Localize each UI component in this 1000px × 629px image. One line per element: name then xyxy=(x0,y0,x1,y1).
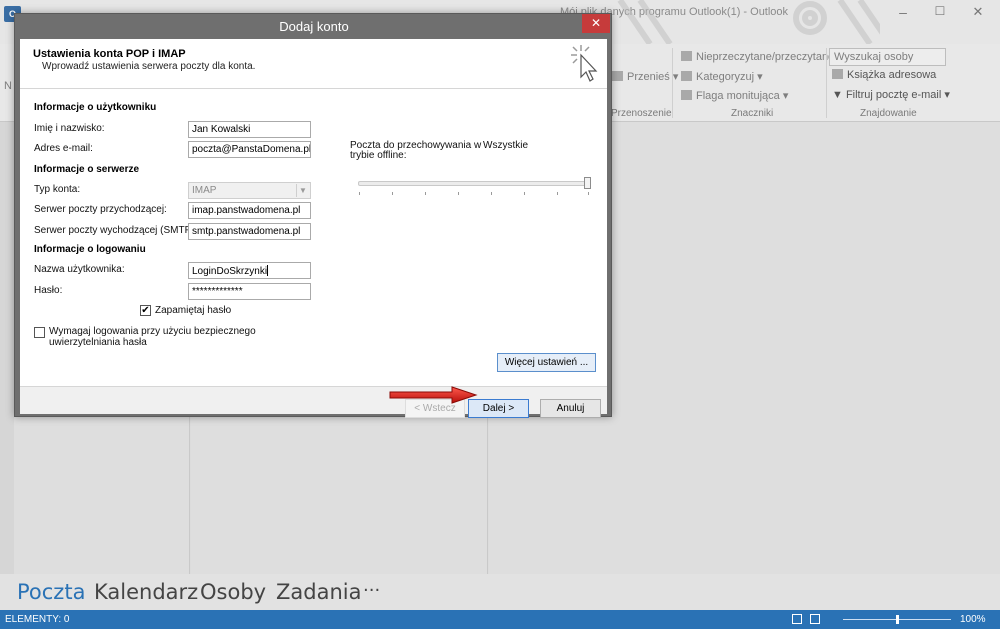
remember-password-label: Zapamiętaj hasło xyxy=(155,305,232,316)
dialog-title: Dodaj konto xyxy=(279,19,349,34)
address-book-label: Książka adresowa xyxy=(847,69,937,81)
slider-tick xyxy=(359,192,360,195)
red-arrow-icon xyxy=(389,386,478,404)
search-people-input[interactable]: Wyszukaj osoby xyxy=(829,48,946,66)
slider-tick xyxy=(491,192,492,195)
cancel-button[interactable]: Anuluj xyxy=(540,399,601,418)
ribbon-separator xyxy=(672,48,673,118)
slider-tick xyxy=(392,192,393,195)
offline-mail-slider-thumb[interactable] xyxy=(584,177,591,189)
username-input[interactable]: LoginDoSkrzynki xyxy=(188,262,311,279)
reading-view-icon[interactable] xyxy=(810,614,820,624)
address-book-button[interactable]: Książka adresowa xyxy=(832,69,936,81)
ribbon-unread-label: Nieprzeczytane/przeczytane xyxy=(696,51,835,63)
account-type-value: IMAP xyxy=(192,185,217,196)
ribbon-flag-button[interactable]: Flaga monitująca ▾ xyxy=(681,89,788,102)
dialog-body: Ustawienia konta POP i IMAP Wprowadź ust… xyxy=(20,39,607,418)
name-label: Imię i nazwisko: xyxy=(34,123,105,134)
status-elements-count: ELEMENTY: 0 xyxy=(5,614,70,625)
ribbon-group-tags: Znaczniki xyxy=(731,108,774,119)
ribbon-flag-label: Flaga monitująca xyxy=(696,90,780,102)
username-label: Nazwa użytkownika: xyxy=(34,264,125,275)
text-caret xyxy=(267,265,269,276)
spa-label-line2: uwierzytelniania hasła xyxy=(49,337,147,348)
ribbon-move-button[interactable]: Przenieś ▾ xyxy=(612,70,678,83)
minimize-button[interactable]: – xyxy=(893,4,913,20)
account-type-select: IMAP ▼ xyxy=(188,182,311,199)
zoom-slider-thumb[interactable] xyxy=(896,615,899,624)
header-subtitle: Wprowadź ustawienia serwera poczty dla k… xyxy=(42,61,256,72)
offline-mail-label-line2: trybie offline: xyxy=(350,150,407,161)
funnel-icon: ▼ xyxy=(832,89,846,101)
titlebar-decoration-icon xyxy=(617,0,880,44)
ribbon-categorize-label: Kategoryzuj xyxy=(696,71,755,83)
username-value: LoginDoSkrzynki xyxy=(192,266,268,277)
categories-icon xyxy=(681,71,692,81)
offline-mail-slider[interactable] xyxy=(358,181,590,186)
filter-email-label: Filtruj pocztę e-mail xyxy=(845,89,942,101)
more-settings-button[interactable]: Więcej ustawień ... xyxy=(497,353,596,372)
ribbon-group-move: Przenoszenie xyxy=(611,108,672,119)
ribbon-new-letter: N xyxy=(4,80,12,92)
move-icon xyxy=(612,71,623,81)
email-label: Adres e-mail: xyxy=(34,143,93,154)
ribbon-unread-button[interactable]: Nieprzeczytane/przeczytane xyxy=(681,51,834,63)
dialog-close-button[interactable]: ✕ xyxy=(582,14,610,33)
envelope-icon xyxy=(681,51,692,61)
add-account-dialog: Dodaj konto ✕ Ustawienia konta POP i IMA… xyxy=(14,13,612,418)
nav-mail[interactable]: Poczta xyxy=(17,580,85,604)
login-info-section-title: Informacje o logowaniu xyxy=(34,244,146,255)
incoming-server-input[interactable]: imap.panstwadomena.pl xyxy=(188,202,311,219)
nav-people[interactable]: Osoby xyxy=(200,580,266,604)
remember-password-checkbox[interactable]: ✔ xyxy=(140,305,151,316)
folder-pane-edge xyxy=(0,122,14,574)
ribbon-move-label: Przenieś xyxy=(627,71,670,83)
outgoing-server-label: Serwer poczty wychodzącej (SMTP): xyxy=(34,225,198,236)
slider-tick xyxy=(557,192,558,195)
spa-label-line1: Wymagaj logowania przy użyciu bezpieczne… xyxy=(49,326,256,337)
ribbon-categorize-button[interactable]: Kategoryzuj ▾ xyxy=(681,70,763,83)
status-bar: ELEMENTY: 0 100% xyxy=(0,610,1000,629)
user-info-section-title: Informacje o użytkowniku xyxy=(34,102,157,113)
nav-more-icon[interactable]: ··· xyxy=(363,580,380,601)
account-type-label: Typ konta: xyxy=(34,184,81,195)
filter-email-button[interactable]: ▼ Filtruj pocztę e-mail ▾ xyxy=(832,88,950,101)
header-title: Ustawienia konta POP i IMAP xyxy=(33,48,186,60)
ribbon-separator xyxy=(826,48,827,118)
email-input[interactable]: poczta@PanstaDomena.pl xyxy=(188,141,311,158)
normal-view-icon[interactable] xyxy=(792,614,802,624)
slider-tick xyxy=(425,192,426,195)
dialog-header: Ustawienia konta POP i IMAP Wprowadź ust… xyxy=(20,39,607,89)
address-book-icon xyxy=(832,69,843,79)
flag-icon xyxy=(681,90,692,100)
slider-tick xyxy=(524,192,525,195)
server-info-section-title: Informacje o serwerze xyxy=(34,164,140,175)
name-input[interactable]: Jan Kowalski xyxy=(188,121,311,138)
zoom-level: 100% xyxy=(960,614,986,625)
slider-tick xyxy=(588,192,589,195)
checkmark-icon: ✔ xyxy=(141,305,150,316)
outgoing-server-input[interactable]: smtp.panstwadomena.pl xyxy=(188,223,311,240)
password-input[interactable]: ************* xyxy=(188,283,311,300)
cursor-click-icon xyxy=(571,45,598,82)
chevron-down-icon: ▼ xyxy=(296,184,309,197)
nav-calendar[interactable]: Kalendarz xyxy=(94,580,198,604)
spa-checkbox[interactable] xyxy=(34,327,45,338)
close-window-button[interactable]: ✕ xyxy=(968,4,988,20)
offline-mail-value: Wszystkie xyxy=(483,140,528,151)
slider-tick xyxy=(458,192,459,195)
nav-tasks[interactable]: Zadania xyxy=(276,580,361,604)
maximize-button[interactable]: ☐ xyxy=(930,4,950,20)
ribbon-group-find: Znajdowanie xyxy=(860,108,917,119)
incoming-server-label: Serwer poczty przychodzącej: xyxy=(34,204,167,215)
password-label: Hasło: xyxy=(34,285,63,296)
